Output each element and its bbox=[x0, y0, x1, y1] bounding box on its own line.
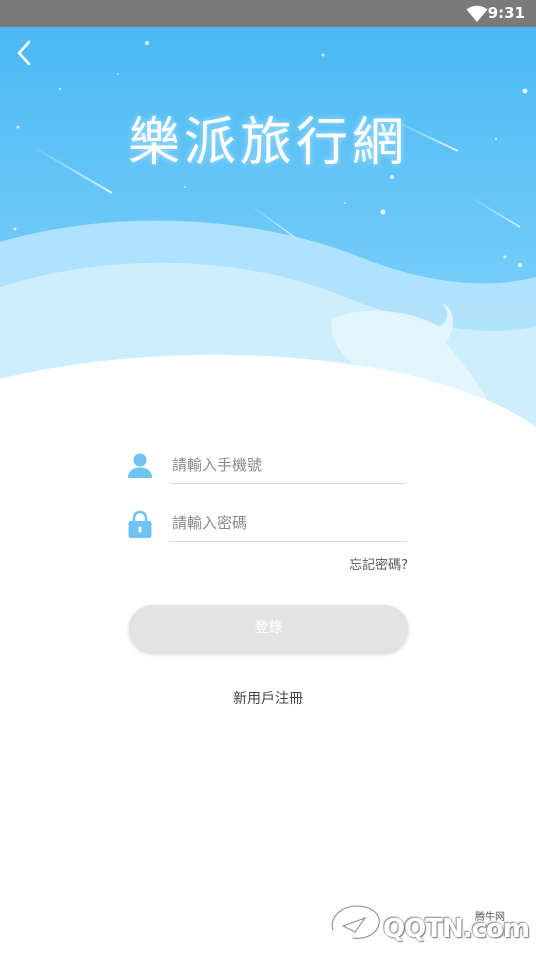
sky-illustration bbox=[0, 27, 536, 447]
back-button[interactable] bbox=[8, 36, 42, 70]
password-input[interactable] bbox=[170, 504, 406, 542]
app-title: 樂派旅行網 bbox=[127, 113, 408, 173]
forgot-password-link[interactable]: 忘記密碼? bbox=[349, 554, 408, 573]
watermark-logo-icon bbox=[328, 903, 382, 946]
login-button[interactable]: 登錄 bbox=[129, 605, 408, 652]
header-banner bbox=[0, 27, 536, 447]
lock-icon bbox=[128, 510, 152, 538]
wifi-icon bbox=[466, 5, 488, 22]
register-link[interactable]: 新用戶注冊 bbox=[0, 688, 536, 708]
chevron-left-icon bbox=[17, 40, 31, 66]
phone-row bbox=[126, 446, 408, 486]
watermark: QQTN.com 腾牛网 bbox=[325, 900, 530, 950]
watermark-text: QQTN.com bbox=[383, 914, 530, 944]
status-time: 9:31 bbox=[487, 4, 525, 22]
login-screen: 9:31 樂派旅行網 請輸入手機號 忘記密碼? 登錄 新用戶注冊 QQTN.co… bbox=[0, 0, 536, 953]
phone-input[interactable] bbox=[170, 446, 406, 484]
status-bar: 9:31 bbox=[0, 0, 536, 27]
watermark-subtext: 腾牛网 bbox=[475, 912, 505, 923]
password-row bbox=[126, 504, 408, 544]
user-icon bbox=[128, 453, 152, 478]
